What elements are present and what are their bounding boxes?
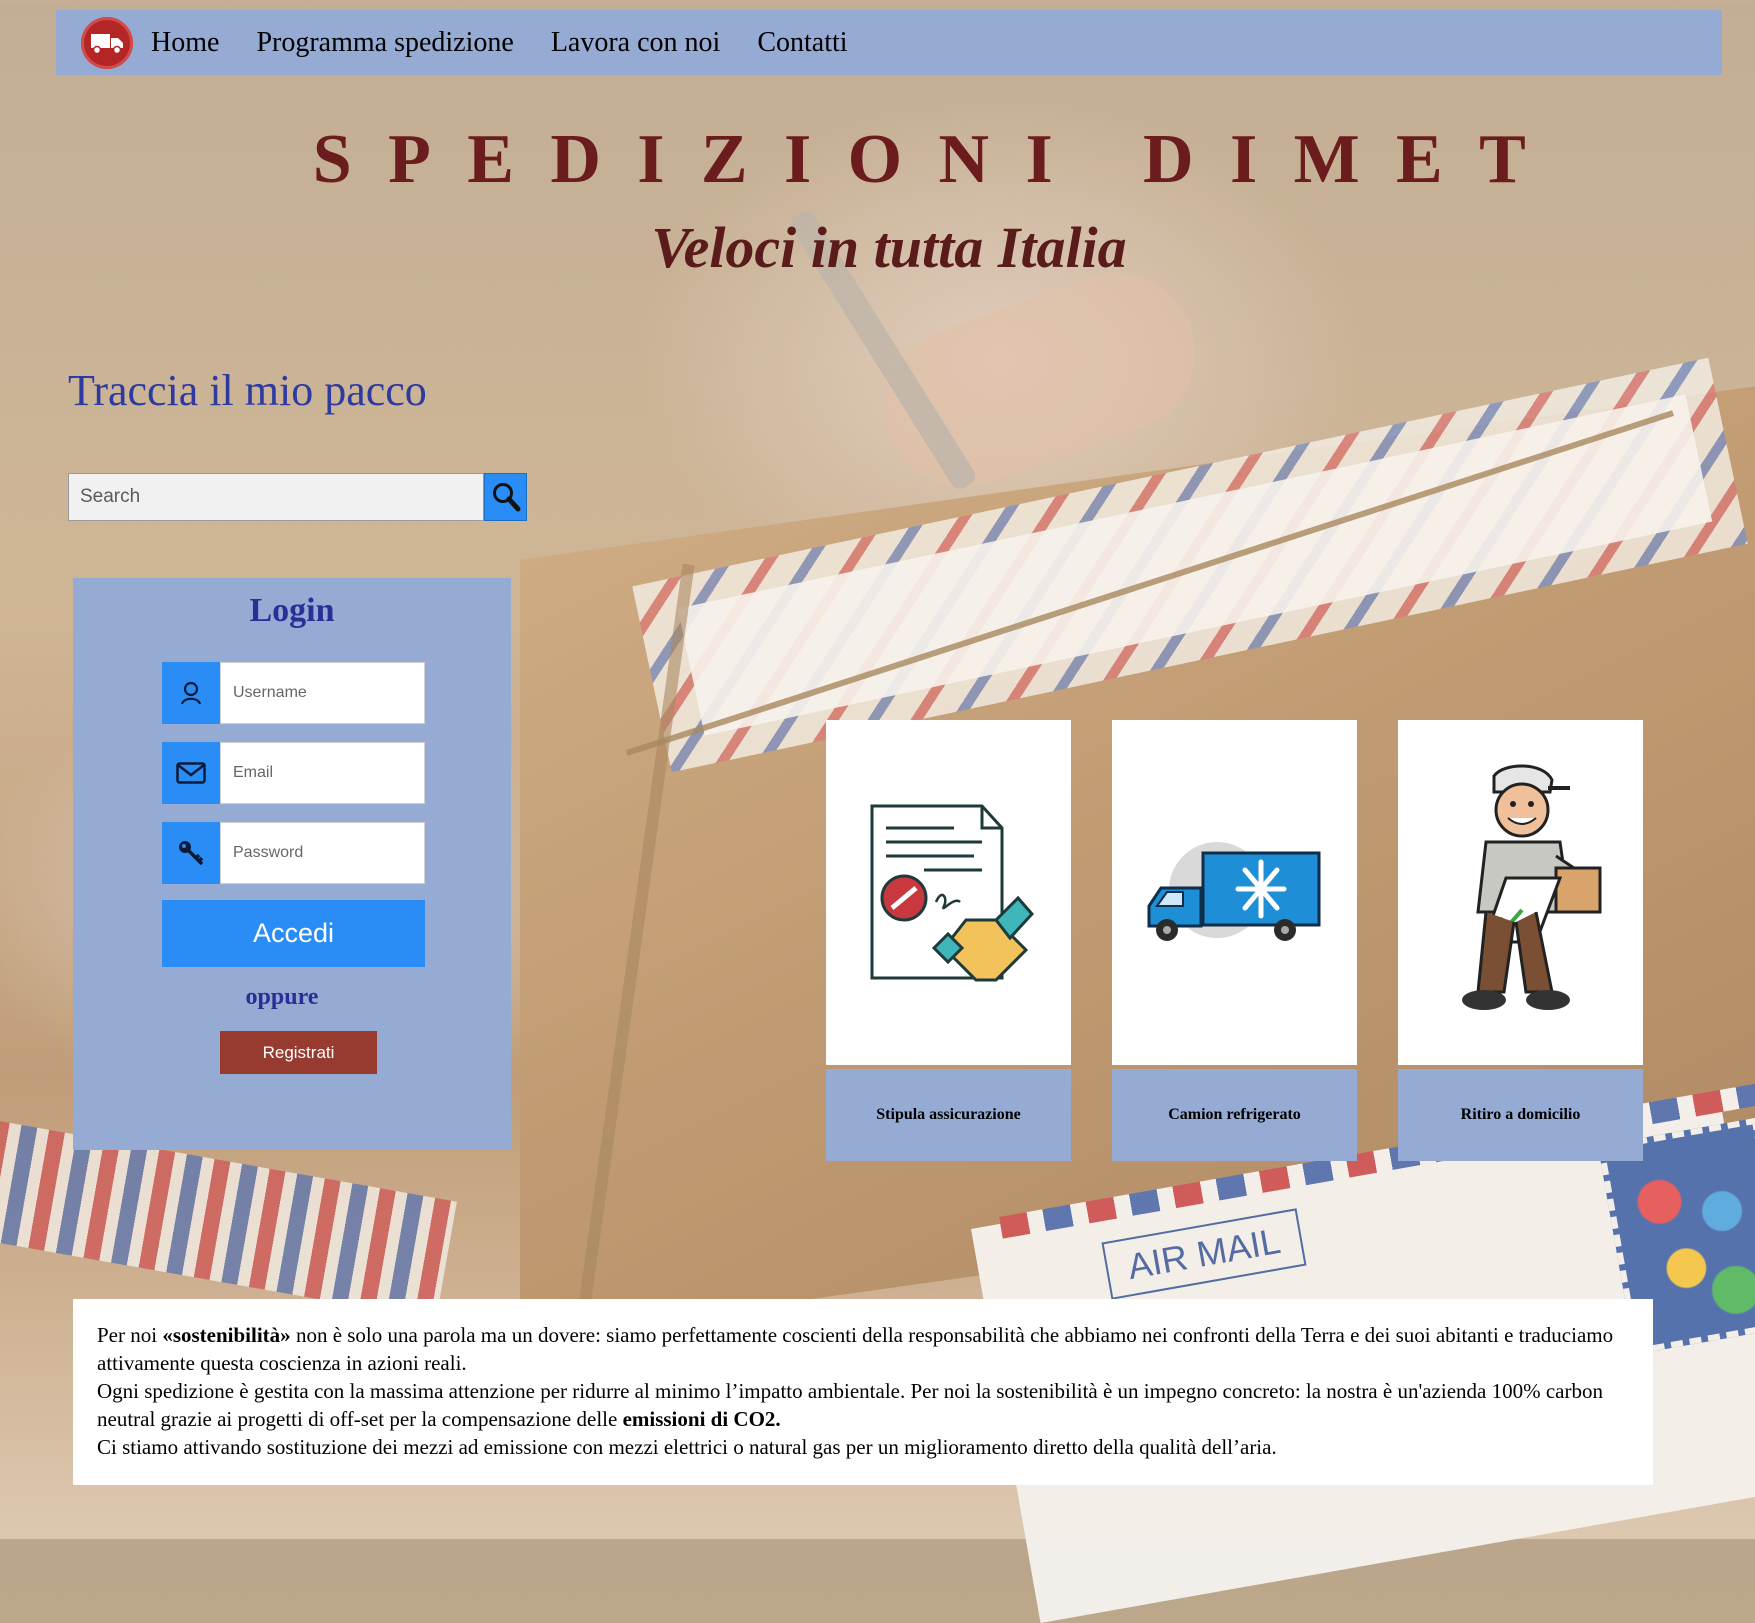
nav-link-programma-spedizione[interactable]: Programma spedizione (256, 27, 513, 59)
envelope-icon (162, 742, 220, 804)
text-span: Ogni spedizione è gestita con la massima… (97, 1379, 1603, 1431)
username-input[interactable] (220, 662, 425, 724)
search-button[interactable] (484, 473, 527, 521)
email-field-group (162, 742, 425, 804)
user-icon (162, 662, 220, 724)
service-card-refrigerated-truck[interactable]: Camion refrigerato (1112, 720, 1357, 1161)
service-card-image (826, 720, 1071, 1065)
top-navbar: Home Programma spedizione Lavora con noi… (56, 10, 1722, 75)
register-button[interactable]: Registrati (220, 1031, 377, 1074)
sustainability-paragraph-1: Per noi «sostenibilità» non è solo una p… (97, 1321, 1629, 1377)
login-or-label: oppure (245, 984, 319, 1010)
brand-tagline: Veloci in tutta Italia (651, 215, 1127, 280)
refrigerated-truck-icon (1147, 841, 1320, 941)
service-card-label: Camion refrigerato (1112, 1069, 1357, 1161)
bold-span: emissioni di CO2. (622, 1407, 781, 1431)
contract-handshake-icon (870, 804, 1034, 981)
login-submit-button[interactable]: Accedi (162, 900, 425, 967)
service-card-label: Stipula assicurazione (826, 1069, 1071, 1161)
key-icon (162, 822, 220, 884)
tracking-title: Traccia il mio pacco (68, 366, 427, 415)
search-icon (492, 483, 520, 512)
service-card-insurance[interactable]: Stipula assicurazione (826, 720, 1071, 1161)
tracking-search (68, 473, 527, 521)
nav-link-contatti[interactable]: Contatti (757, 27, 847, 59)
bold-span: «sostenibilità» (162, 1323, 291, 1347)
text-span: Per noi (97, 1323, 163, 1347)
brand-title: SPEDIZIONI DIMET (312, 121, 1563, 198)
tracking-search-input[interactable] (68, 473, 484, 521)
service-card-home-pickup[interactable]: Ritiro a domicilio (1398, 720, 1643, 1161)
truck-logo-icon[interactable] (81, 16, 133, 69)
sustainability-paragraph-2: Ogni spedizione è gestita con la massima… (97, 1377, 1629, 1433)
password-field-group (162, 822, 425, 884)
password-input[interactable] (220, 822, 425, 884)
nav-link-home[interactable]: Home (151, 27, 219, 59)
nav-link-lavora-con-noi[interactable]: Lavora con noi (551, 27, 721, 59)
login-panel: Login Accedi oppure Re (73, 578, 511, 1150)
text-span: non è solo una parola ma un dovere: siam… (97, 1323, 1614, 1375)
login-title: Login (249, 592, 335, 629)
delivery-man-icon (1461, 763, 1601, 1010)
service-card-image (1398, 720, 1643, 1065)
sustainability-section: Per noi «sostenibilità» non è solo una p… (73, 1299, 1653, 1485)
service-card-label: Ritiro a domicilio (1398, 1069, 1643, 1161)
service-card-image (1112, 720, 1357, 1065)
sustainability-paragraph-3: Ci stiamo attivando sostituzione dei mez… (97, 1435, 1277, 1459)
username-field-group (162, 662, 425, 724)
email-input[interactable] (220, 742, 425, 804)
